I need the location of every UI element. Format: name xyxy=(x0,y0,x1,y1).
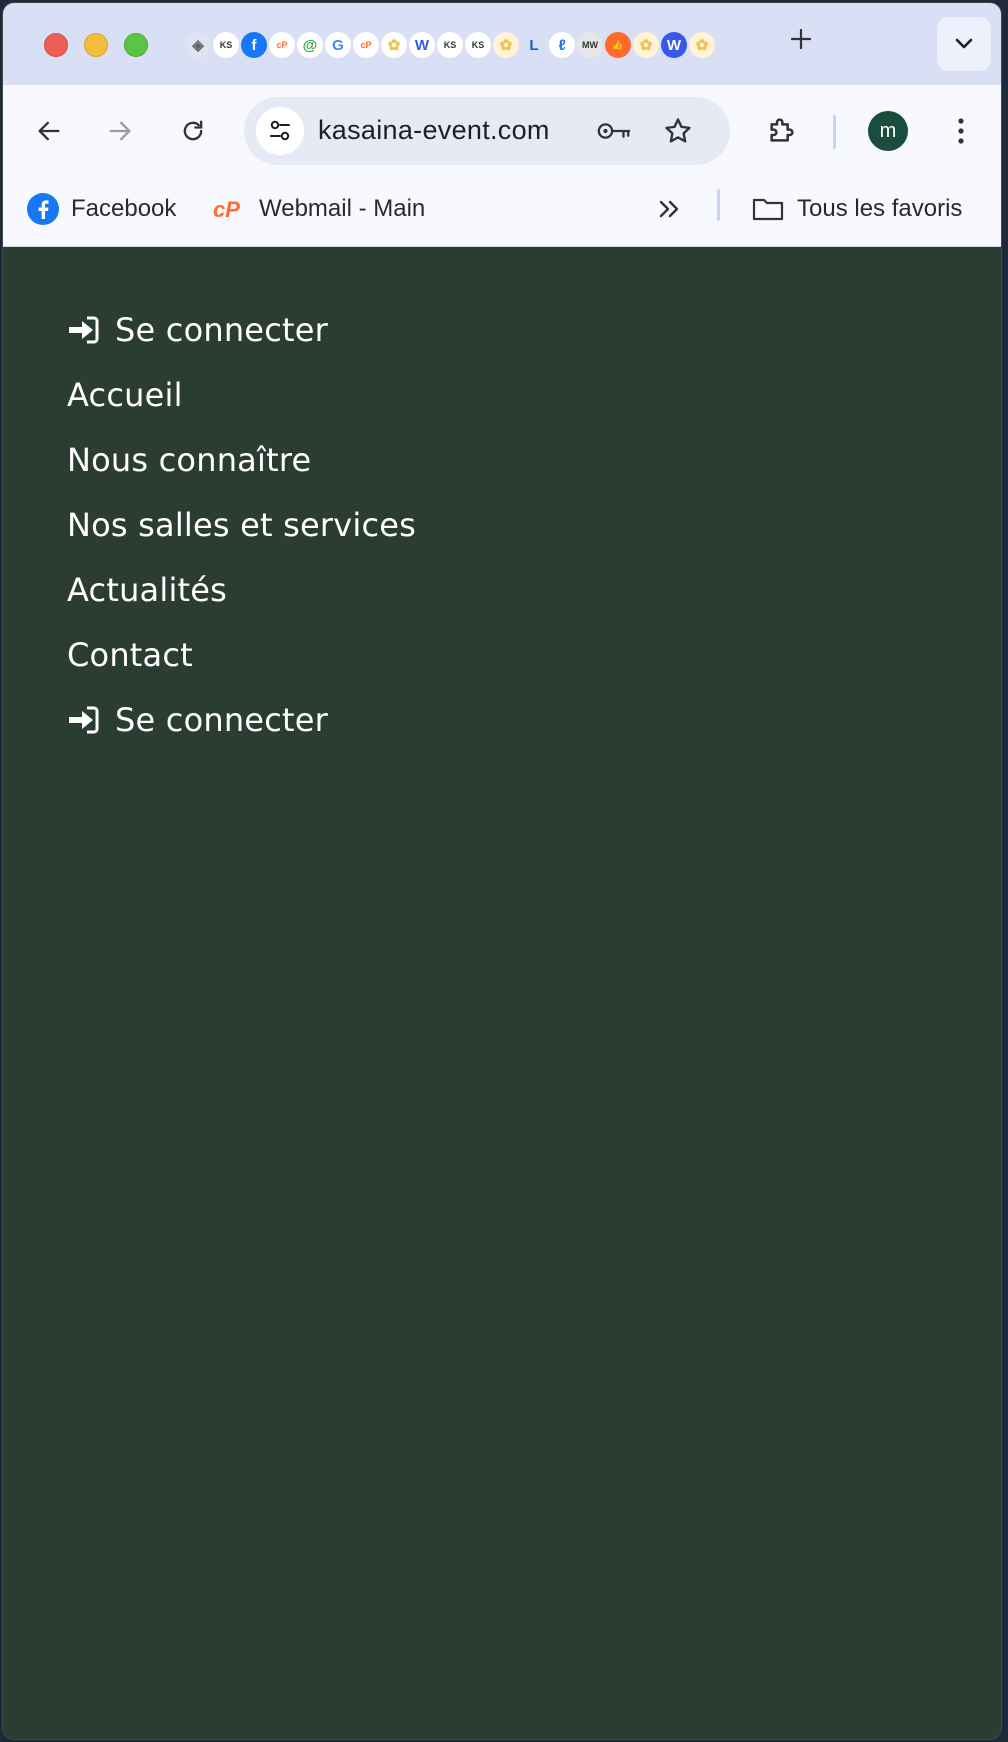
ks-favicon-3[interactable]: KS xyxy=(465,32,491,58)
nav-item-login-bottom[interactable]: Se connecter xyxy=(67,687,416,752)
new-tab-button[interactable] xyxy=(785,27,817,59)
bookmarks-separator xyxy=(717,189,720,221)
sign-in-icon xyxy=(67,706,99,734)
flower-favicon-4[interactable]: ✿ xyxy=(689,32,715,58)
mobile-nav-menu: Se connecter Accueil Nous connaître Nos … xyxy=(67,297,416,752)
browser-toolbar: kasaina-event.com m xyxy=(3,85,1001,175)
profile-avatar[interactable]: m xyxy=(868,111,908,151)
cpanel-icon: cP xyxy=(213,197,247,221)
all-bookmarks-button[interactable]: Tous les favoris xyxy=(751,191,962,227)
key-icon xyxy=(597,123,631,139)
at-mail-favicon[interactable]: @ xyxy=(297,32,323,58)
nav-item-login-label: Se connecter xyxy=(115,310,328,349)
flower-favicon-3[interactable]: ✿ xyxy=(633,32,659,58)
nav-item-news[interactable]: Actualités xyxy=(67,557,416,622)
thumb-favicon[interactable]: 👍 xyxy=(605,32,631,58)
browser-window: ◈ KS f cP @ GcP ✿ W KS KS ✿ Lℓ MW 👍 ✿ W ✿ xyxy=(2,2,1002,1740)
arrow-left-icon xyxy=(38,121,60,141)
l-favicon[interactable]: L xyxy=(521,32,547,58)
more-vertical-icon xyxy=(958,118,964,144)
browser-menu-button[interactable] xyxy=(943,113,979,149)
star-icon xyxy=(665,118,691,143)
bookmark-webmail[interactable]: cP Webmail - Main xyxy=(213,191,425,227)
tab-search-button[interactable] xyxy=(937,17,991,71)
facebook-favicon[interactable]: f xyxy=(241,32,267,58)
bookmarks-overflow-button[interactable] xyxy=(657,191,683,227)
maximize-window-button[interactable] xyxy=(124,33,148,57)
nav-item-contact[interactable]: Contact xyxy=(67,622,416,687)
password-key-button[interactable] xyxy=(596,113,632,149)
svg-text:cP: cP xyxy=(213,197,240,221)
nav-item-home[interactable]: Accueil xyxy=(67,362,416,427)
back-button[interactable] xyxy=(31,113,67,149)
puzzle-icon xyxy=(770,118,794,142)
ks-favicon[interactable]: KS xyxy=(213,32,239,58)
folder-icon xyxy=(751,195,785,223)
bookmark-facebook-label: Facebook xyxy=(71,195,177,222)
cpanel-favicon[interactable]: cP xyxy=(269,32,295,58)
pinned-tabs: ◈ KS f cP @ GcP ✿ W KS KS ✿ Lℓ MW 👍 ✿ W ✿ xyxy=(185,30,717,60)
nav-item-rooms-services[interactable]: Nos salles et services xyxy=(67,492,416,557)
reload-button[interactable] xyxy=(175,113,211,149)
tune-icon xyxy=(270,120,290,141)
bookmark-facebook[interactable]: Facebook xyxy=(27,191,176,227)
toolbar-separator xyxy=(833,115,836,149)
cpanel-favicon-2[interactable]: cP xyxy=(353,32,379,58)
double-chevron-right-icon xyxy=(659,200,679,218)
page-content: Se connecter Accueil Nous connaître Nos … xyxy=(3,247,1001,1739)
close-window-button[interactable] xyxy=(44,33,68,57)
all-bookmarks-label: Tous les favoris xyxy=(797,195,963,222)
kasaina-diamond-favicon[interactable]: ◈ xyxy=(185,32,211,58)
bookmark-webmail-label: Webmail - Main xyxy=(259,195,426,222)
bookmarks-bar: Facebook cP Webmail - Main Tous les favo… xyxy=(3,175,1001,247)
mw-favicon[interactable]: MW xyxy=(577,32,603,58)
facebook-icon xyxy=(27,193,59,225)
minimize-window-button[interactable] xyxy=(84,33,108,57)
flower-favicon-2[interactable]: ✿ xyxy=(493,32,519,58)
bookmark-star-button[interactable] xyxy=(660,113,696,149)
extensions-button[interactable] xyxy=(763,113,799,149)
flower-favicon[interactable]: ✿ xyxy=(381,32,407,58)
chevron-down-icon xyxy=(955,38,973,49)
arrow-right-icon xyxy=(109,121,131,141)
google-favicon[interactable]: G xyxy=(325,32,351,58)
wordpress-favicon[interactable]: W xyxy=(409,32,435,58)
ks-favicon-2[interactable]: KS xyxy=(437,32,463,58)
script-favicon[interactable]: ℓ xyxy=(549,32,575,58)
site-info-button[interactable] xyxy=(256,107,304,155)
forward-button[interactable] xyxy=(102,113,138,149)
nav-item-about[interactable]: Nous connaître xyxy=(67,427,416,492)
reload-icon xyxy=(183,120,203,141)
sign-in-icon xyxy=(67,316,99,344)
address-bar[interactable]: kasaina-event.com xyxy=(244,97,730,165)
nav-item-login-label: Se connecter xyxy=(115,700,328,739)
nav-item-login-top[interactable]: Se connecter xyxy=(67,297,416,362)
url-text[interactable]: kasaina-event.com xyxy=(318,115,550,146)
tab-strip: ◈ KS f cP @ GcP ✿ W KS KS ✿ Lℓ MW 👍 ✿ W ✿ xyxy=(3,3,1001,85)
wordpress-favicon-2[interactable]: W xyxy=(661,32,687,58)
plus-icon xyxy=(790,28,812,50)
